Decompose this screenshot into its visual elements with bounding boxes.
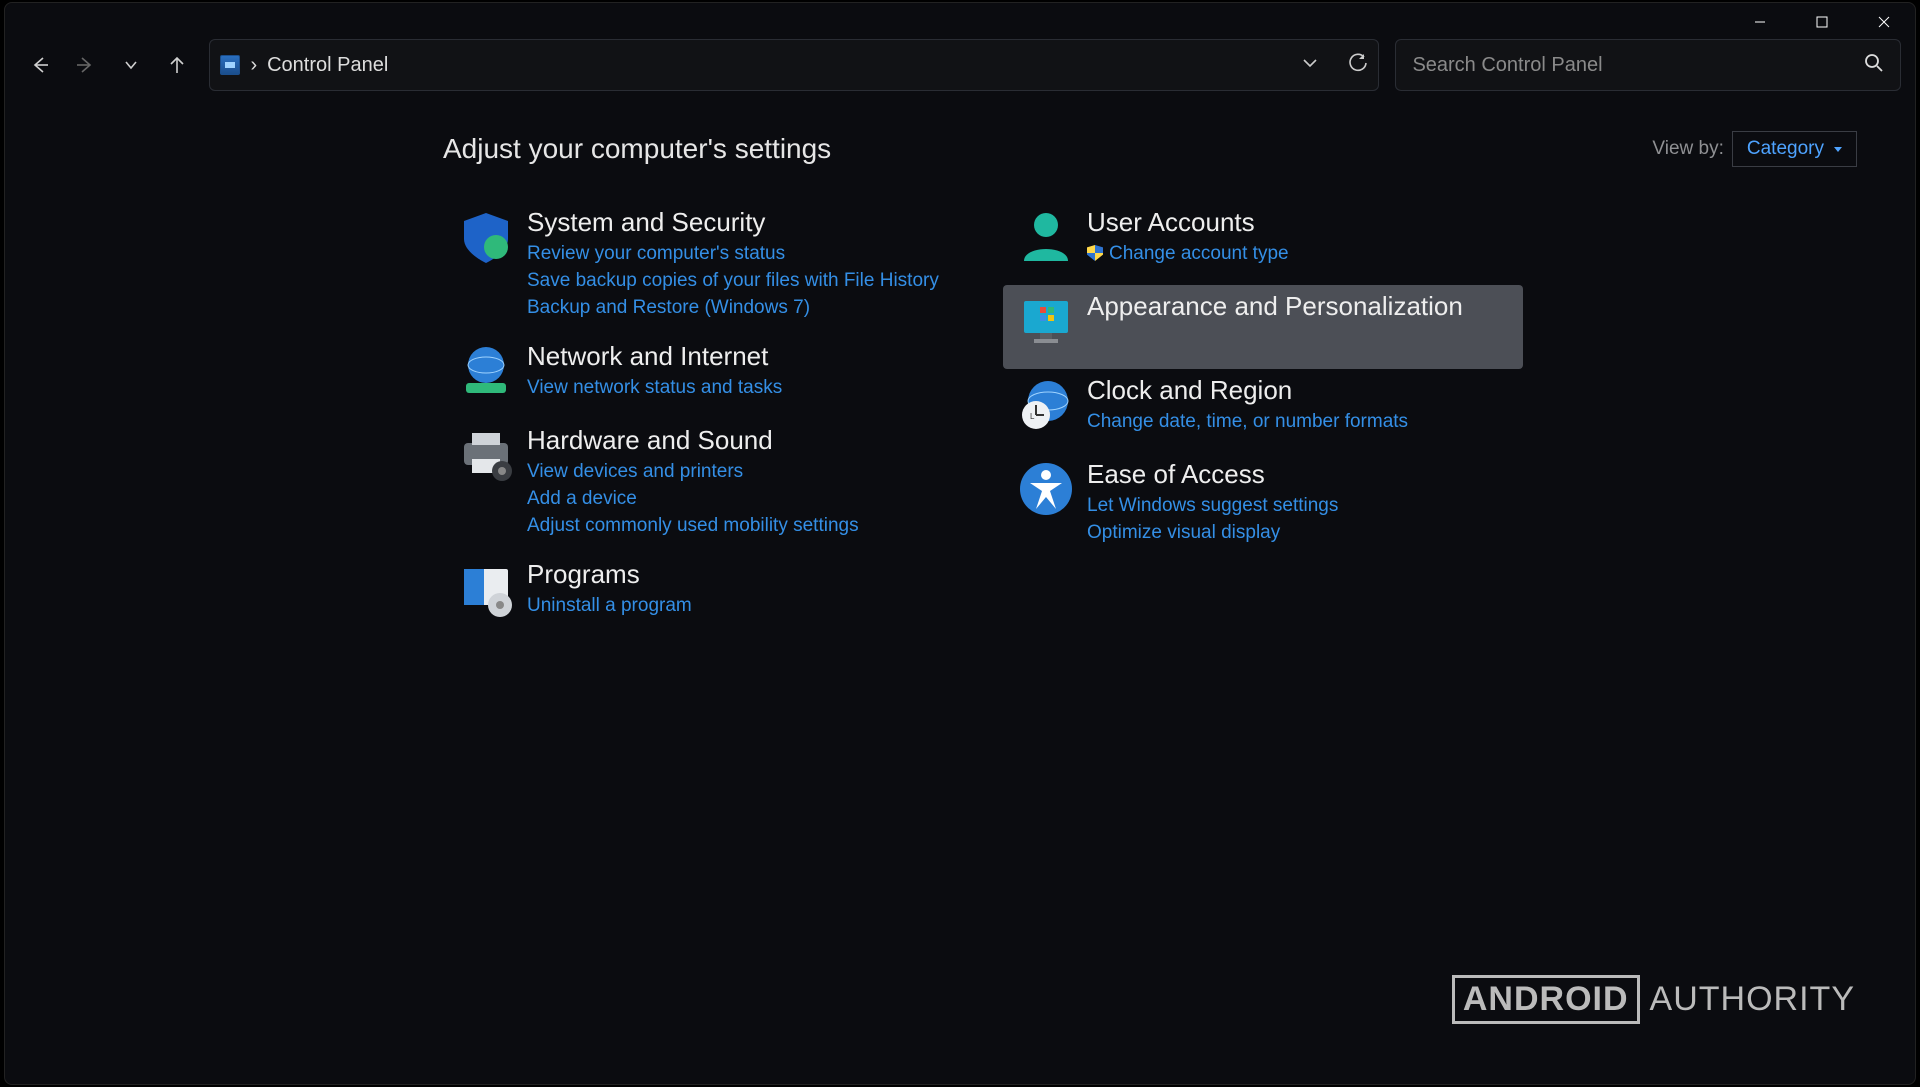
watermark: ANDROID AUTHORITY (1452, 975, 1855, 1024)
watermark-plain: AUTHORITY (1650, 980, 1855, 1019)
link-devices-printers[interactable]: View devices and printers (527, 458, 955, 485)
clock-icon: L (1011, 375, 1081, 439)
watermark-boxed: ANDROID (1452, 975, 1640, 1024)
view-by-value: Category (1747, 138, 1824, 160)
breadcrumb-root[interactable]: Control Panel (267, 54, 388, 77)
link-optimize-display[interactable]: Optimize visual display (1087, 519, 1515, 546)
view-by-dropdown[interactable]: Category (1732, 131, 1857, 167)
maximize-button[interactable] (1791, 3, 1853, 41)
printer-icon (451, 425, 521, 489)
category-hardware-sound[interactable]: Hardware and Sound View devices and prin… (443, 419, 963, 553)
right-column: User Accounts Change account type Appear… (1003, 201, 1523, 637)
category-title[interactable]: Ease of Access (1087, 459, 1515, 490)
link-backup-restore[interactable]: Backup and Restore (Windows 7) (527, 294, 955, 321)
categories: System and Security Review your computer… (5, 201, 1915, 637)
close-button[interactable] (1853, 3, 1915, 41)
control-panel-window: › Control Panel Adjust your computer's s… (4, 2, 1916, 1085)
titlebar (5, 3, 1915, 41)
up-button[interactable] (156, 44, 198, 86)
link-mobility-settings[interactable]: Adjust commonly used mobility settings (527, 512, 955, 539)
category-clock-region[interactable]: L Clock and Region Change date, time, or… (1003, 369, 1523, 453)
category-title[interactable]: System and Security (527, 207, 955, 238)
svg-text:L: L (1030, 412, 1035, 421)
link-date-time-formats[interactable]: Change date, time, or number formats (1087, 408, 1515, 435)
link-add-device[interactable]: Add a device (527, 485, 955, 512)
link-review-status[interactable]: Review your computer's status (527, 240, 955, 267)
recent-dropdown[interactable] (110, 44, 152, 86)
header-band: Adjust your computer's settings View by:… (5, 119, 1915, 179)
category-title[interactable]: User Accounts (1087, 207, 1515, 238)
user-icon (1011, 207, 1081, 271)
control-panel-icon (220, 55, 240, 75)
link-file-history[interactable]: Save backup copies of your files with Fi… (527, 267, 955, 294)
category-system-security[interactable]: System and Security Review your computer… (443, 201, 963, 335)
page-title: Adjust your computer's settings (443, 133, 1652, 165)
link-uninstall-program[interactable]: Uninstall a program (527, 592, 955, 619)
category-title[interactable]: Appearance and Personalization (1087, 291, 1515, 322)
link-change-account-type[interactable]: Change account type (1087, 240, 1515, 267)
category-title[interactable]: Network and Internet (527, 341, 955, 372)
link-suggest-settings[interactable]: Let Windows suggest settings (1087, 492, 1515, 519)
search-input[interactable] (1412, 54, 1864, 77)
shield-icon (451, 207, 521, 271)
category-title[interactable]: Clock and Region (1087, 375, 1515, 406)
back-button[interactable] (19, 44, 61, 86)
link-network-status[interactable]: View network status and tasks (527, 374, 955, 401)
appearance-icon (1011, 291, 1081, 355)
address-bar[interactable]: › Control Panel (209, 39, 1379, 91)
search-bar[interactable] (1395, 39, 1901, 91)
category-user-accounts[interactable]: User Accounts Change account type (1003, 201, 1523, 285)
programs-icon (451, 559, 521, 623)
accessibility-icon (1011, 459, 1081, 523)
address-dropdown-icon[interactable] (1302, 55, 1318, 76)
category-programs[interactable]: Programs Uninstall a program (443, 553, 963, 637)
view-by-label: View by: (1652, 138, 1723, 160)
category-title[interactable]: Programs (527, 559, 955, 590)
refresh-button[interactable] (1348, 53, 1368, 78)
category-title[interactable]: Hardware and Sound (527, 425, 955, 456)
breadcrumb-sep: › (250, 54, 257, 77)
search-icon[interactable] (1864, 53, 1884, 78)
category-ease-of-access[interactable]: Ease of Access Let Windows suggest setti… (1003, 453, 1523, 560)
minimize-button[interactable] (1729, 3, 1791, 41)
chevron-down-icon (1834, 147, 1842, 152)
category-appearance-personalization[interactable]: Appearance and Personalization (1003, 285, 1523, 369)
network-icon (451, 341, 521, 405)
category-network-internet[interactable]: Network and Internet View network status… (443, 335, 963, 419)
breadcrumb[interactable]: › Control Panel (250, 54, 388, 77)
left-column: System and Security Review your computer… (443, 201, 963, 637)
forward-button[interactable] (65, 44, 107, 86)
nav-row: › Control Panel (5, 41, 1915, 89)
